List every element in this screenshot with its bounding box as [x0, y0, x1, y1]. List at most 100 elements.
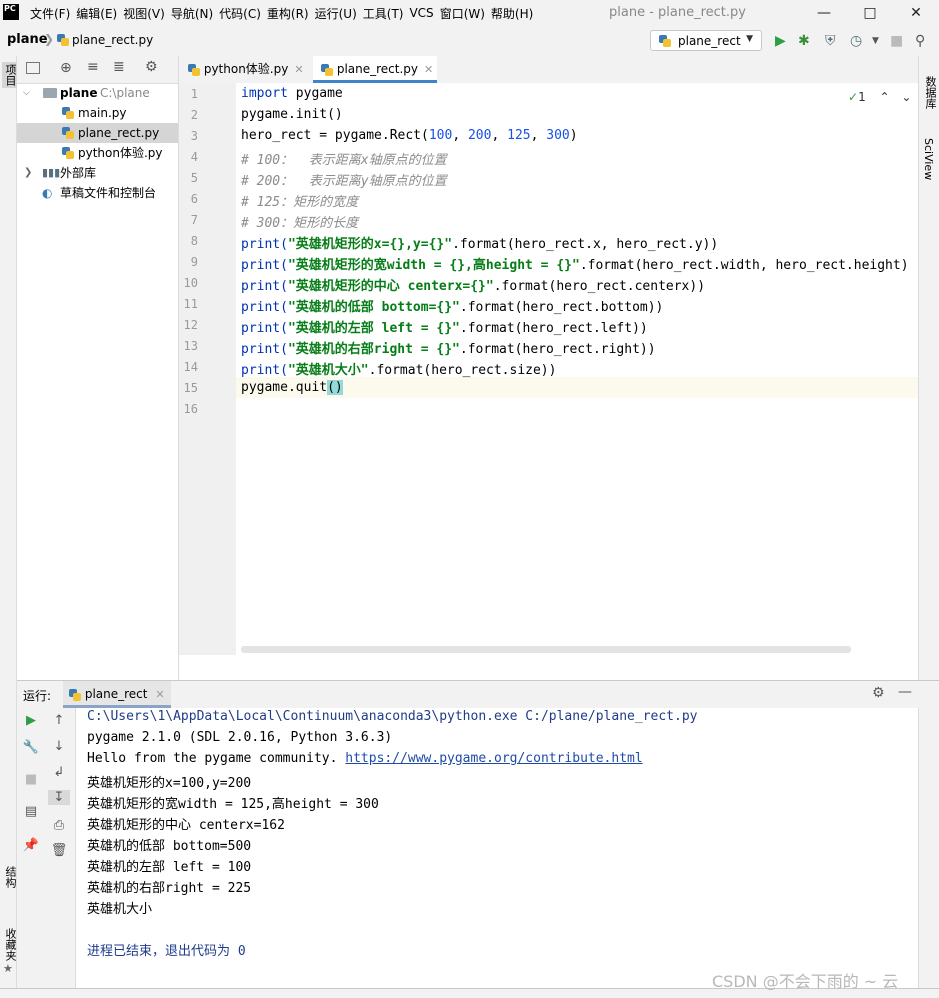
code-line-15: pygame.quit()	[241, 380, 343, 395]
line-number: 12	[183, 318, 198, 332]
chevron-up-icon[interactable]: ⌃	[880, 90, 890, 104]
project-tool-tab[interactable]: 项目	[2, 62, 18, 88]
python-file-icon	[57, 34, 69, 49]
debug-icon[interactable]: ✱	[798, 33, 810, 49]
console-line: 英雄机大小	[87, 902, 153, 917]
console-line: C:\Users\1\AppData\Local\Continuum\anaco…	[87, 709, 698, 724]
menu-help[interactable]: 帮助(H)	[491, 5, 539, 22]
library-icon: ▮▮▮	[42, 166, 61, 179]
pygame-contribute-link[interactable]: https://www.pygame.org/contribute.html	[345, 751, 642, 766]
menu-vcs[interactable]: VCS	[409, 6, 439, 20]
gear-icon[interactable]: ⚙	[872, 685, 885, 701]
layout-icon[interactable]: ▤	[17, 804, 45, 819]
close-tab-icon[interactable]: ✕	[294, 63, 303, 76]
arrow-down-icon[interactable]: ↓	[45, 739, 73, 754]
sciview-tool-tab[interactable]: SciView	[922, 138, 935, 180]
code-line-6: # 125：矩形的宽度	[241, 195, 359, 210]
menu-edit[interactable]: 编辑(E)	[76, 5, 123, 22]
close-tab-icon[interactable]: ✕	[424, 63, 433, 76]
favorites-tool-tab[interactable]: 收藏夹	[2, 928, 18, 961]
python-file-icon	[62, 147, 74, 159]
tab-plane-rect[interactable]: plane_rect.py ✕	[313, 56, 437, 83]
run-config-selector[interactable]: plane_rect ▼	[650, 30, 762, 51]
run-tab-plane-rect[interactable]: plane_rect ✕	[63, 681, 171, 708]
tree-item-python-experience[interactable]: python体验.py	[17, 143, 178, 163]
rerun-icon[interactable]: ▶	[17, 713, 45, 728]
close-tab-icon[interactable]: ✕	[155, 688, 164, 701]
minimize-icon[interactable]: —	[801, 0, 847, 26]
tree-root-plane[interactable]: ⌵ plane C:\plane	[17, 83, 178, 103]
code-editor[interactable]: import pygame pygame.init() hero_rect = …	[236, 83, 918, 655]
console-line: 英雄机矩形的中心 centerx=162	[87, 818, 285, 833]
code-line-8: print("英雄机矩形的x={},y={}".format(hero_rect…	[241, 237, 719, 252]
python-file-icon	[321, 63, 333, 76]
breadcrumb-file[interactable]: plane_rect.py	[72, 33, 153, 47]
horizontal-scrollbar[interactable]	[241, 646, 851, 653]
coverage-icon[interactable]: ⛨	[825, 33, 836, 49]
view-selector-icon[interactable]	[26, 62, 40, 74]
hide-panel-icon[interactable]: —	[898, 684, 912, 700]
tab-label: python体验.py	[203, 62, 289, 76]
line-number: 14	[183, 360, 198, 374]
tree-item-main[interactable]: main.py	[17, 103, 178, 123]
tab-python-experience[interactable]: python体验.py ✕	[188, 56, 310, 83]
menu-file[interactable]: 文件(F)	[30, 5, 76, 22]
stop-icon[interactable]: ■	[17, 772, 45, 787]
scroll-to-end-icon[interactable]: ↧	[48, 790, 70, 805]
line-number: 6	[190, 192, 198, 206]
menu-tools[interactable]: 工具(T)	[363, 5, 410, 22]
window-title: plane - plane_rect.py	[609, 5, 746, 20]
locate-icon[interactable]: ⊕	[60, 60, 72, 76]
line-number: 3	[190, 129, 198, 143]
python-file-icon	[69, 688, 81, 701]
stop-icon[interactable]: ■	[890, 33, 903, 49]
structure-tool-tab[interactable]: 结构	[2, 866, 18, 888]
menu-navigate[interactable]: 导航(N)	[171, 5, 219, 22]
trash-icon[interactable]: 🗑	[45, 843, 73, 858]
line-number: 5	[190, 171, 198, 185]
profile-icon[interactable]: ◷	[850, 33, 862, 49]
breadcrumb-project[interactable]: plane	[7, 32, 48, 47]
soft-wrap-icon[interactable]: ↲	[45, 765, 73, 780]
menu-run[interactable]: 运行(U)	[315, 5, 363, 22]
tree-scratches[interactable]: ◐ 草稿文件和控制台	[17, 183, 178, 203]
menu-refactor[interactable]: 重构(R)	[267, 5, 315, 22]
close-icon[interactable]: ✕	[893, 0, 939, 26]
database-tool-tab[interactable]: 数据库	[922, 76, 938, 109]
code-line-14: print("英雄机大小".format(hero_rect.size))	[241, 363, 557, 378]
code-line-4: # 100： 表示距离x轴原点的位置	[241, 153, 447, 168]
gear-icon[interactable]: ⚙	[145, 59, 158, 75]
menu-code[interactable]: 代码(C)	[219, 5, 267, 22]
code-line-10: print("英雄机矩形的中心 centerx={}".format(hero_…	[241, 279, 706, 294]
console-line: Hello from the pygame community. https:/…	[87, 751, 643, 766]
console-output[interactable]: C:\Users\1\AppData\Local\Continuum\anaco…	[76, 708, 918, 988]
run-config-label: plane_rect	[678, 34, 741, 48]
wrench-icon[interactable]: 🔧	[17, 740, 45, 755]
arrow-up-icon[interactable]: ↑	[45, 713, 73, 728]
collapse-all-icon[interactable]: ≣	[113, 59, 125, 75]
run-tab-label: plane_rect	[84, 687, 148, 701]
watermark: CSDN @不会下雨的 ~ 云	[712, 972, 899, 991]
tree-item-plane-rect[interactable]: plane_rect.py	[17, 123, 178, 143]
search-icon[interactable]: ⚲	[915, 33, 925, 49]
menu-view[interactable]: 视图(V)	[123, 5, 171, 22]
expand-all-icon[interactable]: ≡	[87, 59, 99, 75]
more-run-options-icon[interactable]: ▼	[872, 36, 879, 46]
line-number: 4	[190, 150, 198, 164]
python-file-icon	[62, 127, 74, 139]
inspection-widget[interactable]: ✓1 ⌃ ⌄	[848, 90, 911, 104]
pin-icon[interactable]: 📌	[17, 838, 45, 853]
code-line-2: pygame.init()	[241, 107, 343, 122]
chevron-down-icon[interactable]: ⌄	[901, 90, 911, 104]
code-line-11: print("英雄机的低部 bottom={}".format(hero_rec…	[241, 300, 664, 315]
maximize-icon[interactable]: □	[847, 0, 893, 26]
line-number: 16	[183, 402, 198, 416]
tree-external-libraries[interactable]: ❯ ▮▮▮ 外部库	[17, 163, 178, 183]
python-file-icon	[659, 35, 671, 47]
run-icon[interactable]: ▶	[775, 33, 786, 49]
pycharm-logo-icon: PC	[3, 4, 19, 20]
inspection-count: 1	[858, 90, 866, 104]
menu-window[interactable]: 窗口(W)	[440, 5, 491, 22]
print-icon[interactable]: ⎙	[45, 818, 73, 833]
line-number: 11	[183, 297, 198, 311]
